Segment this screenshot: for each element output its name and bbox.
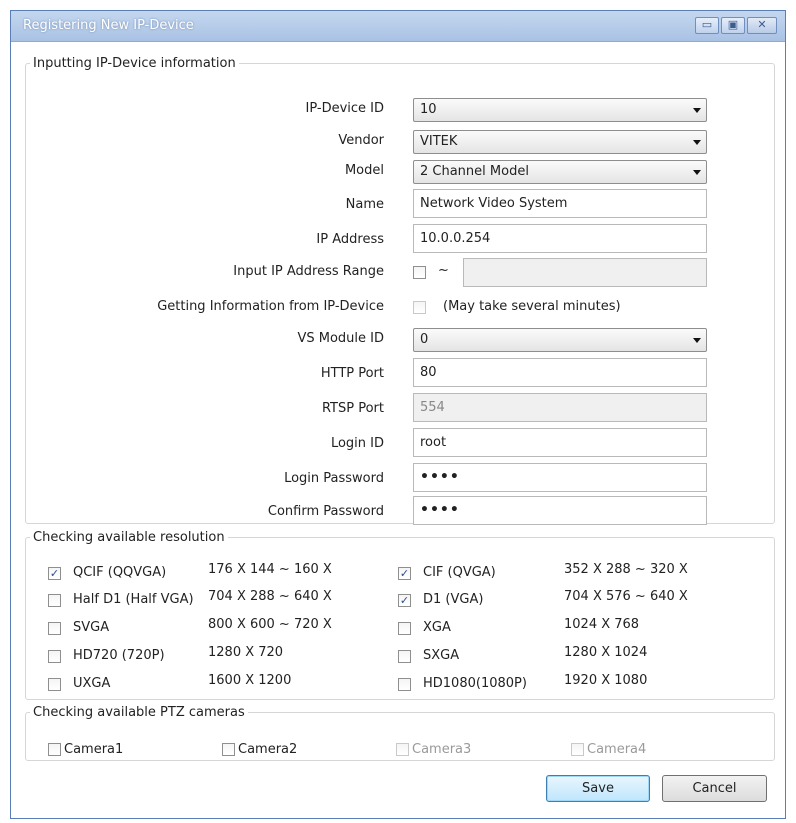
vs-module-value: 0: [420, 332, 429, 347]
login-password-label: Login Password: [284, 471, 384, 486]
device-id-select[interactable]: 10: [413, 98, 707, 122]
chevron-down-icon: [693, 338, 701, 343]
resolution-label[interactable]: SVGA: [73, 620, 109, 635]
resolution-checkbox[interactable]: [398, 650, 411, 663]
minimize-button[interactable]: ▭: [695, 17, 719, 34]
resolution-checkbox[interactable]: [398, 622, 411, 635]
ip-address-label: IP Address: [316, 232, 384, 247]
resolution-label[interactable]: D1 (VGA): [423, 592, 483, 607]
resolution-size: 352 X 288 ~ 320 X: [564, 562, 688, 577]
window-title: Registering New IP-Device: [23, 18, 194, 33]
chevron-down-icon: [693, 108, 701, 113]
ptz-legend: Checking available PTZ cameras: [33, 705, 245, 720]
model-label: Model: [344, 163, 384, 178]
model-select[interactable]: 2 Channel Model: [413, 160, 707, 184]
get-info-checkbox[interactable]: [413, 301, 426, 314]
resolution-label[interactable]: SXGA: [423, 648, 459, 663]
camera-checkbox[interactable]: [48, 743, 61, 756]
resolution-label[interactable]: QCIF (QQVGA): [73, 565, 166, 580]
resolution-checkbox[interactable]: [48, 594, 61, 607]
camera-label[interactable]: Camera1: [64, 742, 123, 757]
ip-range-label: Input IP Address Range: [233, 264, 384, 279]
resolution-size: 704 X 288 ~ 640 X: [208, 589, 332, 604]
get-info-label: Getting Information from IP-Device: [157, 299, 384, 314]
resolution-group: Checking available resolution ✓ QCIF (QQV…: [25, 530, 775, 700]
ip-range-checkbox[interactable]: [413, 266, 426, 279]
resolution-label[interactable]: UXGA: [73, 676, 110, 691]
resolution-label[interactable]: XGA: [423, 620, 451, 635]
camera-label[interactable]: Camera2: [238, 742, 297, 757]
camera-label[interactable]: Camera3: [412, 742, 471, 757]
login-password-input[interactable]: ••••: [413, 463, 707, 492]
close-button[interactable]: ✕: [747, 17, 777, 34]
maximize-button[interactable]: ▣: [721, 17, 745, 34]
chevron-down-icon: [693, 140, 701, 145]
resolution-size: 176 X 144 ~ 160 X: [208, 562, 332, 577]
rtsp-port-label: RTSP Port: [321, 401, 384, 416]
resolution-checkbox[interactable]: ✓: [398, 594, 411, 607]
camera-label[interactable]: Camera4: [587, 742, 646, 757]
resolution-checkbox[interactable]: [48, 650, 61, 663]
check-icon: ✓: [399, 594, 410, 607]
resolution-label[interactable]: Half D1 (Half VGA): [73, 592, 194, 607]
ip-address-input[interactable]: 10.0.0.254: [413, 224, 707, 253]
name-label: Name: [345, 197, 384, 212]
camera-checkbox[interactable]: [571, 743, 584, 756]
resolution-size: 1920 X 1080: [564, 673, 648, 688]
chevron-down-icon: [693, 170, 701, 175]
dialog-window: Registering New IP-Device ▭ ▣ ✕ Inputtin…: [10, 10, 786, 819]
confirm-password-label: Confirm Password: [267, 504, 384, 519]
resolution-size: 1280 X 720: [208, 645, 284, 660]
vendor-value: VITEK: [420, 134, 458, 149]
vs-module-label: VS Module ID: [297, 331, 384, 346]
resolution-size: 1600 X 1200: [208, 673, 292, 688]
resolution-label[interactable]: CIF (QVGA): [423, 565, 496, 580]
vendor-select[interactable]: VITEK: [413, 130, 707, 154]
resolution-label[interactable]: HD1080(1080P): [423, 676, 527, 691]
resolution-legend: Checking available resolution: [33, 530, 225, 545]
ip-range-tilde: ~: [438, 263, 449, 278]
title-bar[interactable]: Registering New IP-Device ▭ ▣ ✕: [11, 11, 785, 42]
device-id-label: IP-Device ID: [305, 101, 384, 116]
resolution-checkbox[interactable]: ✓: [48, 567, 61, 580]
save-button[interactable]: Save: [546, 775, 650, 802]
resolution-size: 1024 X 768: [564, 617, 640, 632]
resolution-size: 704 X 576 ~ 640 X: [564, 589, 688, 604]
ptz-group: Checking available PTZ cameras Camera1 Ca…: [25, 705, 775, 761]
device-info-legend: Inputting IP-Device information: [33, 56, 236, 71]
model-value: 2 Channel Model: [420, 164, 529, 179]
device-info-group: Inputting IP-Device information IP-Devic…: [25, 56, 775, 525]
resolution-checkbox[interactable]: [48, 622, 61, 635]
name-input[interactable]: Network Video System: [413, 189, 707, 218]
window-controls: ▭ ▣ ✕: [695, 17, 777, 34]
cancel-button[interactable]: Cancel: [662, 775, 767, 802]
resolution-label[interactable]: HD720 (720P): [73, 648, 165, 663]
http-port-label: HTTP Port: [320, 366, 384, 381]
camera-checkbox[interactable]: [222, 743, 235, 756]
get-info-note: (May take several minutes): [443, 299, 621, 314]
vendor-label: Vendor: [338, 133, 384, 148]
vs-module-select[interactable]: 0: [413, 328, 707, 352]
login-id-label: Login ID: [330, 436, 384, 451]
resolution-size: 800 X 600 ~ 720 X: [208, 617, 332, 632]
login-id-input[interactable]: root: [413, 428, 707, 457]
camera-checkbox[interactable]: [396, 743, 409, 756]
resolution-checkbox[interactable]: [398, 678, 411, 691]
confirm-password-input[interactable]: ••••: [413, 496, 707, 525]
ip-range-end-input[interactable]: [463, 258, 707, 287]
resolution-checkbox[interactable]: [48, 678, 61, 691]
check-icon: ✓: [49, 567, 60, 580]
check-icon: ✓: [399, 567, 410, 580]
rtsp-port-input[interactable]: 554: [413, 393, 707, 422]
resolution-checkbox[interactable]: ✓: [398, 567, 411, 580]
resolution-size: 1280 X 1024: [564, 645, 648, 660]
http-port-input[interactable]: 80: [413, 358, 707, 387]
device-id-value: 10: [420, 102, 437, 117]
